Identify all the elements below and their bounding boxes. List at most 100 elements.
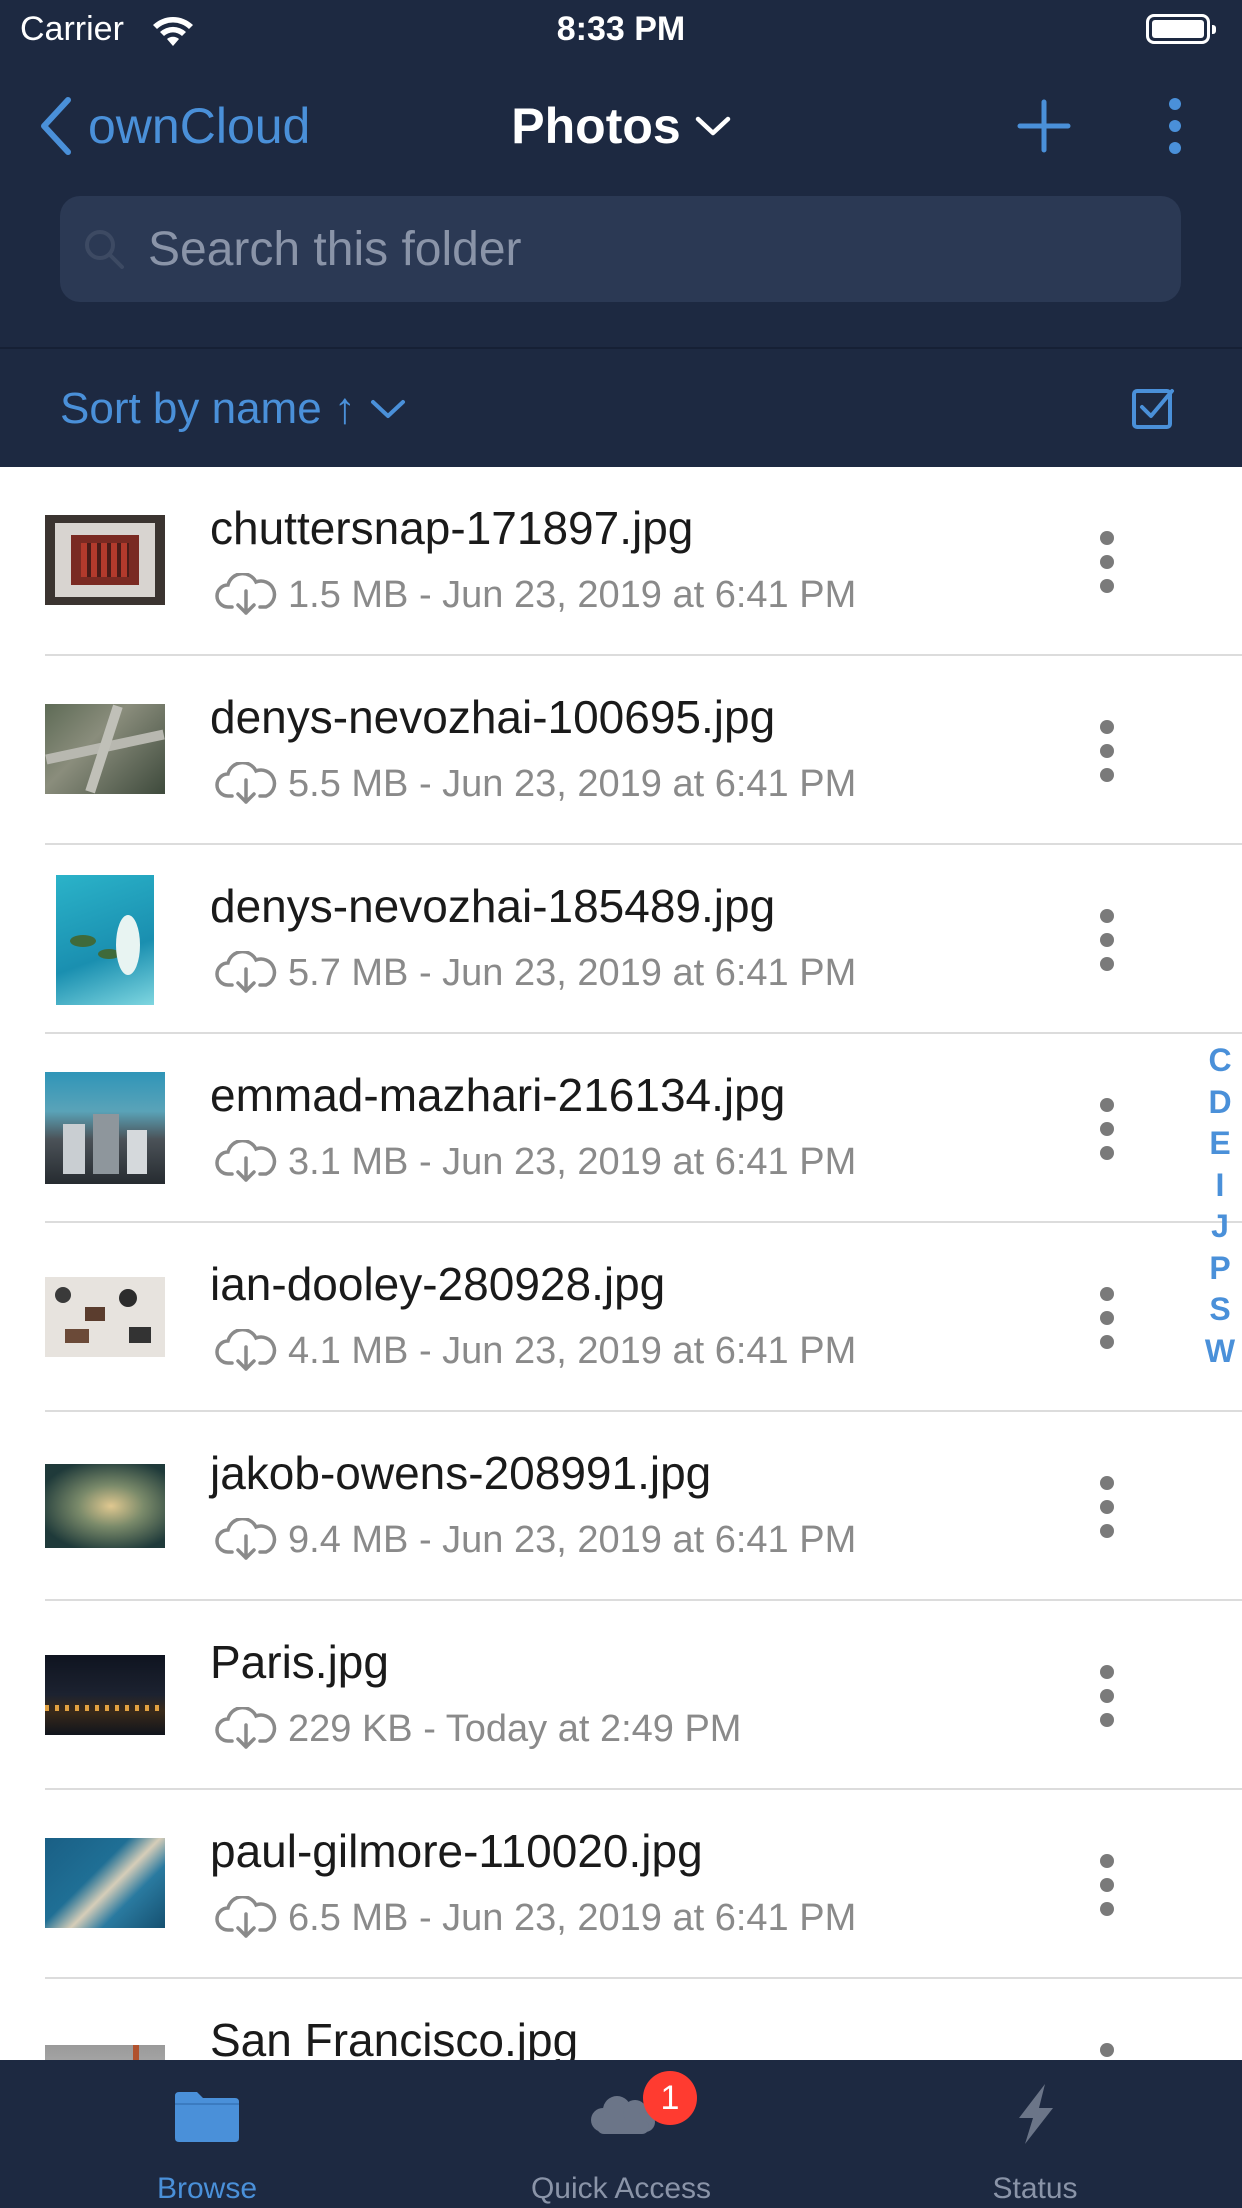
file-row[interactable]: ian-dooley-280928.jpg 4.1 MB - Jun 23, 2…: [0, 1223, 1242, 1412]
tab-label: Quick Access: [530, 2172, 712, 2205]
file-row[interactable]: denys-nevozhai-100695.jpg 5.5 MB - Jun 2…: [0, 656, 1242, 845]
file-thumbnail: [45, 1072, 165, 1184]
index-letter[interactable]: S: [1209, 1289, 1230, 1331]
file-meta: 6.5 MB - Jun 23, 2019 at 6:41 PM: [214, 1896, 856, 1940]
index-letter[interactable]: D: [1208, 1082, 1231, 1124]
index-letter[interactable]: P: [1209, 1248, 1230, 1290]
tab-browse[interactable]: Browse: [0, 2060, 414, 2208]
file-actions-button[interactable]: [1092, 1663, 1122, 1729]
file-details: 4.1 MB - Jun 23, 2019 at 6:41 PM: [288, 1329, 857, 1372]
file-thumbnail: [45, 1838, 165, 1928]
file-name: emmad-mazhari-216134.jpg: [210, 1069, 786, 1121]
file-row[interactable]: denys-nevozhai-185489.jpg 5.7 MB - Jun 2…: [0, 845, 1242, 1034]
top-bar: Carrier 8:33 PM ownCloud Photos Search t…: [0, 0, 1242, 467]
tab-label: Status: [992, 2172, 1078, 2205]
file-name: denys-nevozhai-185489.jpg: [210, 880, 776, 932]
file-actions-button[interactable]: [1092, 1852, 1122, 1918]
file-actions-button[interactable]: [1092, 907, 1122, 973]
file-name: denys-nevozhai-100695.jpg: [210, 691, 776, 743]
page-title: Photos: [511, 98, 681, 154]
file-details: 9.4 MB - Jun 23, 2019 at 6:41 PM: [288, 1518, 857, 1561]
file-row[interactable]: San Francisco.jpg: [0, 1979, 1242, 2060]
file-thumbnail: [45, 704, 165, 794]
tab-quick-access[interactable]: Quick Access: [414, 2060, 828, 2208]
file-name: chuttersnap-171897.jpg: [210, 502, 694, 554]
battery-icon: [1146, 14, 1216, 44]
file-name: Paris.jpg: [210, 1636, 389, 1688]
index-letter[interactable]: I: [1216, 1165, 1225, 1207]
file-meta: 5.7 MB - Jun 23, 2019 at 6:41 PM: [214, 951, 856, 995]
navigation-bar: ownCloud Photos: [0, 86, 1242, 166]
file-meta: 4.1 MB - Jun 23, 2019 at 6:41 PM: [214, 1329, 856, 1373]
file-row[interactable]: chuttersnap-171897.jpg 1.5 MB - Jun 23, …: [0, 467, 1242, 656]
file-name: paul-gilmore-110020.jpg: [210, 1825, 703, 1877]
file-details: 5.7 MB - Jun 23, 2019 at 6:41 PM: [288, 951, 857, 994]
file-thumbnail: [45, 1277, 165, 1357]
add-button[interactable]: [1016, 98, 1072, 154]
file-actions-button[interactable]: [1092, 718, 1122, 784]
file-actions-button[interactable]: [1092, 1474, 1122, 1540]
cloud-download-icon: [215, 1707, 277, 1749]
file-details: 3.1 MB - Jun 23, 2019 at 6:41 PM: [288, 1140, 857, 1183]
file-actions-button[interactable]: [1092, 529, 1122, 595]
cloud-download-icon: [215, 951, 277, 993]
search-bar: [60, 196, 1181, 302]
select-mode-button[interactable]: [1130, 385, 1176, 431]
chevron-down-icon: [695, 116, 730, 136]
tab-label: Browse: [156, 2172, 258, 2205]
file-actions-button[interactable]: [1092, 1285, 1122, 1351]
file-details: 6.5 MB - Jun 23, 2019 at 6:41 PM: [288, 1896, 857, 1939]
bolt-icon: [1019, 2084, 1053, 2144]
cloud-download-icon: [215, 1518, 277, 1560]
section-index[interactable]: C D E I J P S W: [1200, 1040, 1240, 1372]
sort-label: Sort by name ↑: [60, 384, 356, 433]
file-row[interactable]: paul-gilmore-110020.jpg 6.5 MB - Jun 23,…: [0, 1790, 1242, 1979]
sort-bar: Sort by name ↑: [0, 349, 1242, 467]
clock: 8:33 PM: [556, 10, 686, 48]
folder-icon: [175, 2092, 239, 2142]
more-options-button[interactable]: [1160, 96, 1190, 156]
file-name: jakob-owens-208991.jpg: [210, 1447, 712, 1499]
index-letter[interactable]: J: [1211, 1206, 1229, 1248]
status-bar: Carrier 8:33 PM: [0, 0, 1242, 62]
file-thumbnail: [45, 1464, 165, 1548]
cloud-download-icon: [215, 1140, 277, 1182]
file-thumbnail: [56, 875, 154, 1005]
file-row[interactable]: jakob-owens-208991.jpg 9.4 MB - Jun 23, …: [0, 1412, 1242, 1601]
file-thumbnail: [45, 2045, 165, 2060]
file-actions-button[interactable]: [1092, 1096, 1122, 1162]
file-meta: 3.1 MB - Jun 23, 2019 at 6:41 PM: [214, 1140, 856, 1184]
tab-bar: Browse Quick Access Status: [0, 2060, 1242, 2208]
back-button-label: ownCloud: [88, 98, 311, 154]
search-input[interactable]: [148, 221, 1148, 277]
back-button[interactable]: ownCloud: [36, 86, 310, 166]
file-list: chuttersnap-171897.jpg 1.5 MB - Jun 23, …: [0, 467, 1242, 2060]
notification-badge: 1: [643, 2071, 697, 2125]
index-letter[interactable]: C: [1208, 1040, 1231, 1082]
file-meta: 1.5 MB - Jun 23, 2019 at 6:41 PM: [214, 573, 856, 617]
file-row[interactable]: emmad-mazhari-216134.jpg 3.1 MB - Jun 23…: [0, 1034, 1242, 1223]
file-details: 229 KB - Today at 2:49 PM: [288, 1707, 742, 1750]
chevron-down-icon: [370, 400, 405, 418]
index-letter[interactable]: E: [1209, 1123, 1230, 1165]
search-icon: [85, 230, 124, 269]
file-details: 5.5 MB - Jun 23, 2019 at 6:41 PM: [288, 762, 857, 805]
file-meta: 229 KB - Today at 2:49 PM: [214, 1707, 741, 1751]
cloud-download-icon: [215, 1329, 277, 1371]
file-row[interactable]: Paris.jpg 229 KB - Today at 2:49 PM: [0, 1601, 1242, 1790]
folder-title-menu[interactable]: Photos: [511, 97, 730, 155]
cloud-download-icon: [215, 1896, 277, 1938]
file-meta: 9.4 MB - Jun 23, 2019 at 6:41 PM: [214, 1518, 856, 1562]
file-details: 1.5 MB - Jun 23, 2019 at 6:41 PM: [288, 573, 857, 616]
file-name: ian-dooley-280928.jpg: [210, 1258, 666, 1310]
sort-button[interactable]: Sort by name ↑: [60, 379, 406, 439]
file-meta: 5.5 MB - Jun 23, 2019 at 6:41 PM: [214, 762, 856, 806]
index-letter[interactable]: W: [1205, 1331, 1235, 1373]
cloud-download-icon: [215, 573, 277, 615]
file-actions-button[interactable]: [1092, 2041, 1122, 2060]
file-thumbnail: [45, 1655, 165, 1735]
cloud-download-icon: [215, 762, 277, 804]
file-thumbnail: [45, 515, 165, 605]
chevron-left-icon: [41, 97, 71, 155]
tab-status[interactable]: Status: [828, 2060, 1242, 2208]
